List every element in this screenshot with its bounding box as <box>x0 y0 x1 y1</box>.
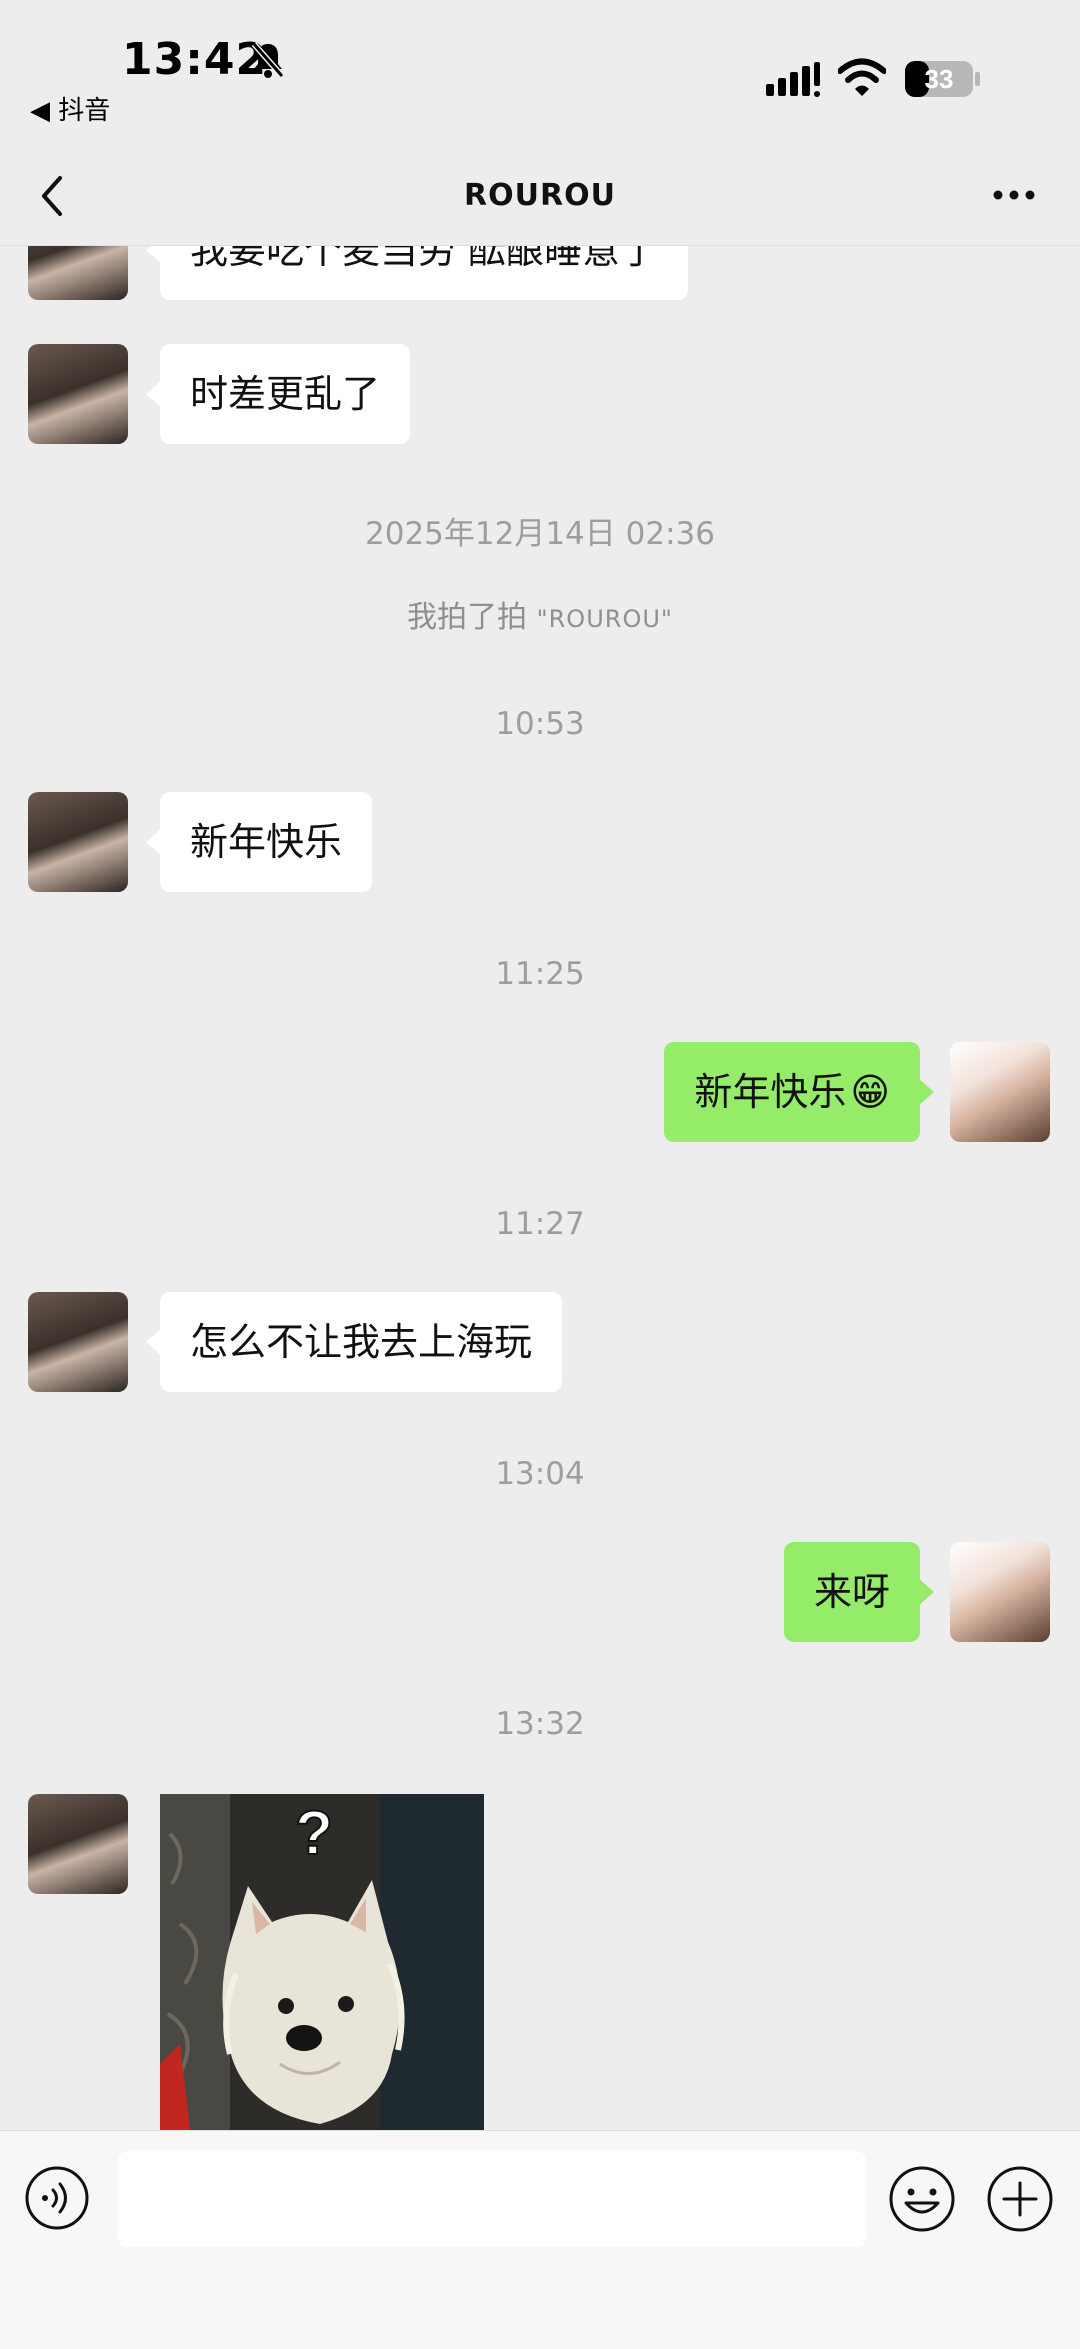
timestamp: 10:53 <box>495 706 585 742</box>
battery-icon: 33 <box>905 61 980 97</box>
contact-avatar[interactable] <box>28 1794 128 1894</box>
contact-avatar[interactable] <box>28 344 128 444</box>
message-text: 新年快乐 <box>694 1070 847 1114</box>
pat-notice-text: 我拍了拍 <box>407 600 537 635</box>
chat-header: ROUROU <box>0 150 1080 246</box>
message-bubble-outgoing[interactable]: 来呀 <box>783 1542 935 1642</box>
timestamp: 13:32 <box>495 1706 585 1742</box>
chat-title: ROUROU <box>464 178 616 213</box>
message-bubble-incoming[interactable]: 我要吃个麦当劳 酝酿睡意了 <box>145 246 689 300</box>
contact-avatar[interactable] <box>28 246 128 300</box>
timestamp: 11:27 <box>495 1206 585 1242</box>
voice-input-icon[interactable] <box>24 2165 90 2231</box>
timestamp: 2025年12月14日 02:36 <box>365 516 715 552</box>
pat-notice: 我拍了拍 "ROUROU" <box>0 592 1080 636</box>
timestamp: 11:25 <box>495 956 585 992</box>
back-to-app-link[interactable]: ◀ 抖音 <box>30 90 110 127</box>
my-avatar[interactable] <box>950 1542 1050 1642</box>
timestamp: 13:04 <box>495 1456 585 1492</box>
more-options-icon[interactable] <box>984 170 1044 220</box>
contact-avatar[interactable] <box>28 792 128 892</box>
battery-level: 33 <box>925 64 954 94</box>
status-time: 13:42 <box>122 34 268 85</box>
message-bubble-outgoing[interactable]: 新年快乐 😁 <box>664 1042 934 1142</box>
bell-muted-icon <box>251 42 285 78</box>
composer-bar <box>0 2130 1080 2349</box>
message-bubble-incoming[interactable]: 新年快乐 <box>145 792 373 892</box>
cellular-signal-icon <box>766 62 820 97</box>
emoji-icon[interactable] <box>888 2165 956 2233</box>
message-input[interactable] <box>118 2151 866 2247</box>
message-list[interactable]: 我要吃个麦当劳 酝酿睡意了 时差更乱了 2025年12月14日 02:36 我拍… <box>0 246 1080 2130</box>
contact-avatar[interactable] <box>28 1292 128 1392</box>
grin-emoji-icon: 😁 <box>850 1070 890 1114</box>
message-bubble-incoming[interactable]: 时差更乱了 <box>145 344 411 444</box>
west-highland-terrier-illustration: ? <box>160 1794 484 2130</box>
sticker-question-mark: ? <box>295 1799 333 1868</box>
pat-notice-name: "ROUROU" <box>536 605 673 633</box>
dog-sticker-image[interactable]: ? <box>160 1794 484 2130</box>
my-avatar[interactable] <box>950 1042 1050 1142</box>
wifi-icon <box>838 58 886 96</box>
message-bubble-incoming[interactable]: 怎么不让我去上海玩 <box>145 1292 563 1392</box>
status-bar: 13:42 ◀ 抖音 33 <box>0 0 1080 130</box>
add-attachment-icon[interactable] <box>986 2165 1054 2233</box>
